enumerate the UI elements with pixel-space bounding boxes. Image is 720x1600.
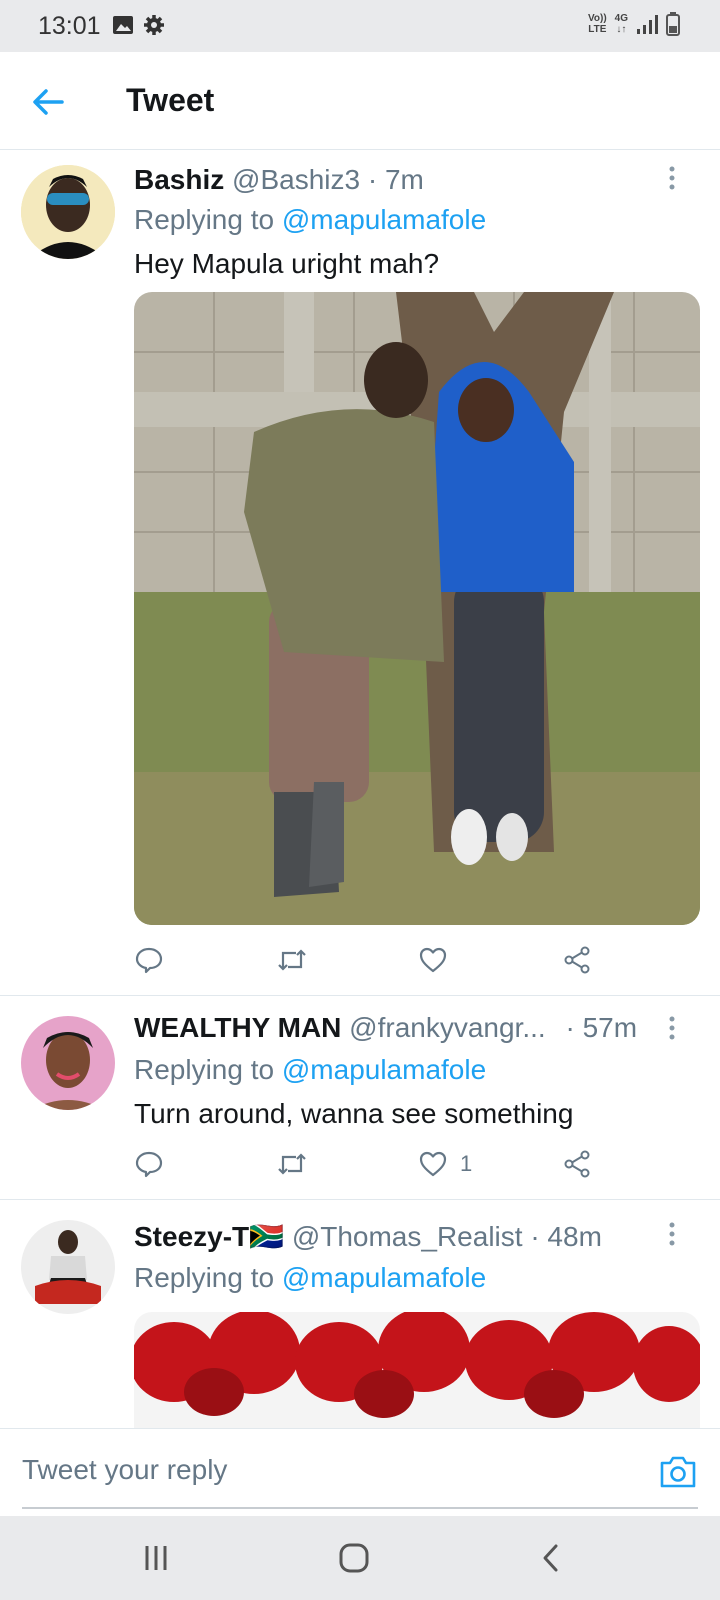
tweet-photo[interactable] <box>134 1312 700 1428</box>
like-count: 1 <box>460 1151 473 1176</box>
photo-image <box>134 292 700 925</box>
roses-image <box>134 1312 700 1428</box>
author-handle[interactable]: @Bashiz3 <box>232 164 360 195</box>
recent-apps-icon[interactable] <box>138 1540 174 1576</box>
mention-link[interactable]: @mapulamafole <box>282 204 486 235</box>
retweet-icon <box>278 949 306 971</box>
signal-icon <box>637 15 658 34</box>
tweet-header: WEALTHY MAN @frankyvangr... · 57m <box>134 1012 637 1044</box>
tweet-text: Turn around, wanna see something <box>134 1098 574 1129</box>
tweet-header: Bashiz @Bashiz3 · 7m <box>134 164 424 196</box>
status-bar: 13:01 Vo)) LTE 4G ↓↑ <box>0 0 720 52</box>
reply-icon <box>135 947 163 974</box>
avatar[interactable] <box>21 1220 115 1314</box>
retweet-icon <box>278 1153 306 1175</box>
reply-input-underline <box>22 1507 698 1509</box>
heart-icon <box>419 1151 447 1177</box>
tweet-actions <box>134 942 614 978</box>
reply-button[interactable] <box>134 942 164 978</box>
back-arrow-icon[interactable] <box>26 80 70 124</box>
tweet-reply-input[interactable] <box>22 1449 622 1491</box>
share-icon <box>564 1150 590 1178</box>
share-button[interactable] <box>562 942 592 978</box>
status-right-icons: Vo)) LTE 4G ↓↑ <box>588 12 680 36</box>
avatar-steezy-t-image <box>21 1220 115 1314</box>
author-name[interactable]: Bashiz <box>134 164 224 195</box>
replying-to: Replying to @mapulamafole <box>134 1262 487 1293</box>
system-navigation-bar <box>0 1516 720 1600</box>
settings-gear-icon <box>144 15 164 35</box>
gallery-icon <box>113 16 133 34</box>
avatar-wealthy-man-image <box>21 1016 115 1110</box>
like-button[interactable] <box>418 942 460 978</box>
tweet-time: · 57m <box>565 1012 638 1043</box>
tweet-reply-2[interactable]: WEALTHY MAN @frankyvangr... · 57m Replyi… <box>0 996 720 1200</box>
mention-link[interactable]: @mapulamafole <box>282 1262 486 1293</box>
battery-icon <box>666 12 680 36</box>
page-title: Tweet <box>126 82 215 118</box>
more-options-icon[interactable] <box>662 1220 682 1250</box>
author-handle[interactable]: @frankyvangr... <box>349 1012 546 1043</box>
tweet-header: Steezy-T🇿🇦 @Thomas_Realist · 48m <box>134 1220 602 1253</box>
tweet-time: · 7m <box>367 164 424 195</box>
reply-icon <box>135 1151 163 1178</box>
retweet-button[interactable] <box>276 942 308 978</box>
camera-icon[interactable] <box>658 1453 698 1491</box>
south-africa-flag-icon: 🇿🇦 <box>249 1221 285 1252</box>
tweet-photo[interactable] <box>134 292 700 925</box>
tweet-reply-1[interactable]: Bashiz @Bashiz3 · 7m Replying to @mapula… <box>0 150 720 996</box>
back-nav-icon[interactable] <box>534 1540 570 1576</box>
tweet-actions: 1 <box>134 1146 614 1182</box>
like-button[interactable]: 1 <box>418 1146 472 1182</box>
more-options-icon[interactable] <box>662 164 682 194</box>
mention-link[interactable]: @mapulamafole <box>282 1054 486 1085</box>
retweet-button[interactable] <box>276 1146 308 1182</box>
avatar-bashiz-image <box>21 165 115 259</box>
volte-indicator: Vo)) LTE <box>587 13 607 35</box>
status-time: 13:01 <box>38 12 101 40</box>
tweet-reply-3[interactable]: Steezy-T🇿🇦 @Thomas_Realist · 48m Replyin… <box>0 1200 720 1428</box>
share-button[interactable] <box>562 1146 592 1182</box>
replying-to: Replying to @mapulamafole <box>134 204 487 235</box>
reply-button[interactable] <box>134 1146 164 1182</box>
avatar[interactable] <box>21 1016 115 1110</box>
reply-composer <box>0 1428 720 1516</box>
tweet-time: · 48m <box>530 1221 602 1252</box>
home-icon[interactable] <box>336 1540 372 1576</box>
author-handle[interactable]: @Thomas_Realist <box>292 1221 523 1252</box>
heart-icon <box>419 947 447 973</box>
replying-to: Replying to @mapulamafole <box>134 1054 487 1085</box>
more-options-icon[interactable] <box>662 1014 682 1044</box>
author-name[interactable]: WEALTHY MAN <box>134 1012 341 1043</box>
top-app-bar: Tweet <box>0 52 720 150</box>
avatar[interactable] <box>21 165 115 259</box>
author-name[interactable]: Steezy-T <box>134 1221 249 1252</box>
network-4g-indicator: 4G ↓↑ <box>614 13 628 35</box>
share-icon <box>564 946 590 974</box>
tweet-text: Hey Mapula uright mah? <box>134 248 440 279</box>
